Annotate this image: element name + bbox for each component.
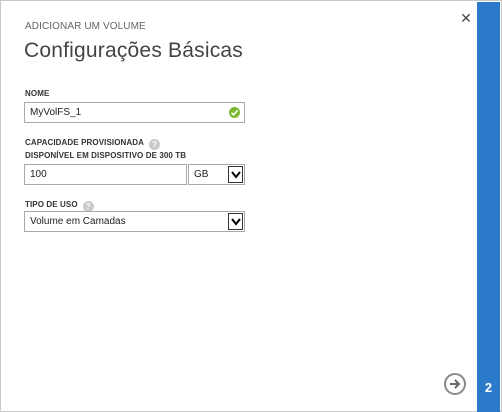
help-icon[interactable]: ? <box>149 139 161 150</box>
unit-select[interactable]: GB <box>188 164 245 185</box>
capacity-input[interactable]: 100 <box>24 164 187 185</box>
capacity-sublabel: DISPONÍVEL EM DISPOSITIVO DE 300 TB <box>25 151 187 160</box>
dialog-eyebrow: ADICIONAR UM VOLUME <box>25 21 146 32</box>
capacity-input-value: 100 <box>30 169 47 180</box>
capacity-label: CAPACIDADE PROVISIONADA? <box>25 138 161 150</box>
usage-type-label-text: TIPO DE USO <box>25 200 78 209</box>
capacity-label-text: CAPACIDADE PROVISIONADA <box>25 138 145 147</box>
check-icon <box>229 107 240 118</box>
close-icon: ✕ <box>460 10 472 26</box>
usage-type-select-value: Volume em Camadas <box>30 216 126 227</box>
name-input[interactable]: MyVolFS_1 <box>24 102 245 123</box>
chevron-down-icon <box>228 166 243 183</box>
next-button[interactable] <box>444 373 466 395</box>
step-number: 2 <box>484 380 493 395</box>
name-input-value: MyVolFS_1 <box>30 107 82 118</box>
name-label: NOME <box>25 89 50 98</box>
usage-type-select[interactable]: Volume em Camadas <box>24 211 245 232</box>
step-indicator-strip <box>477 2 500 412</box>
unit-select-value: GB <box>194 169 209 180</box>
arrow-right-icon <box>450 379 461 389</box>
add-volume-dialog: 2 ✕ ADICIONAR UM VOLUME Configurações Bá… <box>0 0 502 412</box>
page-title: Configurações Básicas <box>24 39 243 62</box>
close-button[interactable]: ✕ <box>459 11 473 25</box>
chevron-down-icon <box>228 213 243 230</box>
